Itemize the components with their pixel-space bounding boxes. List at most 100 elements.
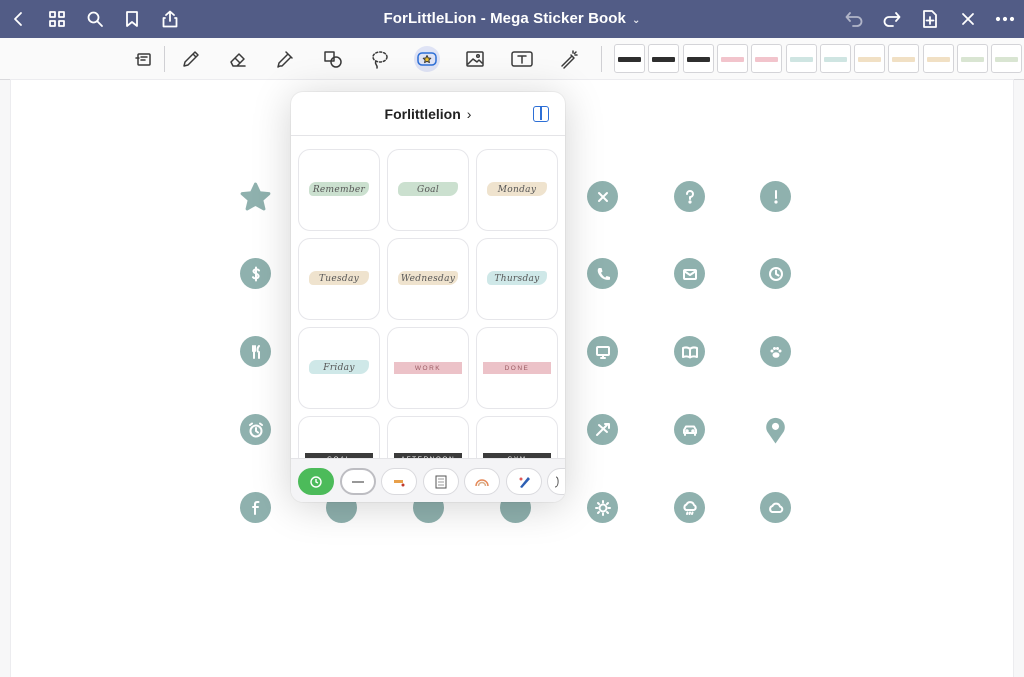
- swatch-stripe: [823, 57, 847, 62]
- cloud-icon[interactable]: [760, 492, 791, 523]
- sticker-card[interactable]: DONE: [476, 327, 558, 409]
- rainbow-icon[interactable]: [464, 468, 500, 495]
- sticker-icon[interactable]: [414, 46, 440, 72]
- sticker-card[interactable]: GYM: [476, 416, 558, 459]
- document-title-text: ForLittleLion - Mega Sticker Book: [383, 10, 626, 27]
- swatch-stripe: [686, 57, 710, 62]
- pin-icon[interactable]: [760, 414, 791, 445]
- more-icon[interactable]: [993, 7, 1017, 31]
- sticker-swatch[interactable]: [751, 44, 783, 73]
- toolbar-divider: [601, 46, 602, 72]
- sticker-card[interactable]: Remember: [298, 149, 380, 231]
- chevron-right-icon: ›: [466, 105, 472, 122]
- swatch-stripe: [961, 57, 984, 62]
- add-page-icon[interactable]: [918, 7, 942, 31]
- cloud-rain-icon[interactable]: [674, 492, 705, 523]
- pen-sticker-icon[interactable]: [505, 468, 542, 495]
- exclamation-icon[interactable]: [760, 181, 791, 212]
- undo-icon[interactable]: [842, 7, 866, 31]
- image-icon[interactable]: [462, 46, 488, 72]
- sticker-label: Monday: [497, 185, 537, 195]
- sticker-swatch[interactable]: [819, 44, 851, 73]
- sticker-swatch[interactable]: [888, 44, 920, 73]
- sticker-label: Remember: [312, 185, 366, 195]
- popover-header[interactable]: Forlittlelion ›: [291, 92, 565, 136]
- phone-icon[interactable]: [587, 258, 618, 289]
- sticker-popover: Forlittlelion › Remember Goal Monday Tuesday…: [291, 92, 565, 502]
- script-icon[interactable]: [547, 468, 565, 495]
- sticker-swatch[interactable]: [922, 44, 954, 73]
- sticker-category-tray: [291, 458, 565, 502]
- notepad-icon[interactable]: [422, 468, 459, 495]
- lasso-icon[interactable]: [367, 46, 393, 72]
- sticker-label: Friday: [323, 363, 355, 373]
- recent-icon[interactable]: [298, 468, 334, 495]
- sun-icon[interactable]: [587, 492, 618, 523]
- sticker-swatch[interactable]: [716, 44, 748, 73]
- mail-icon[interactable]: [674, 258, 705, 289]
- sticker-card[interactable]: Friday: [298, 327, 380, 409]
- label-icon[interactable]: [381, 468, 417, 495]
- sticker-label: DONE: [483, 362, 551, 374]
- sticker-card[interactable]: Monday: [476, 149, 558, 231]
- swatch-stripe: [892, 57, 916, 62]
- star-icon[interactable]: [240, 181, 271, 212]
- paw-icon[interactable]: [760, 336, 791, 367]
- sticker-label: Wednesday: [400, 274, 456, 284]
- sticker-card[interactable]: AFTERNOON: [387, 416, 469, 459]
- washi-icon[interactable]: [339, 468, 376, 495]
- toolbar-divider: [164, 46, 165, 72]
- redo-icon[interactable]: [880, 7, 904, 31]
- alarm-icon[interactable]: [240, 414, 271, 445]
- swatch-stripe: [995, 57, 1019, 62]
- sticker-card[interactable]: Goal: [387, 149, 469, 231]
- laser-icon[interactable]: [556, 46, 582, 72]
- split-view-icon[interactable]: [533, 106, 549, 122]
- sticker-card[interactable]: WORK: [387, 327, 469, 409]
- sticker-card[interactable]: Tuesday: [298, 238, 380, 320]
- sticker-card[interactable]: GOAL: [298, 416, 380, 459]
- sticker-card[interactable]: Thursday: [476, 238, 558, 320]
- swatch-stripe: [926, 57, 950, 62]
- x-circle-icon[interactable]: [587, 181, 618, 212]
- book-icon[interactable]: [674, 336, 705, 367]
- sticker-swatch[interactable]: [682, 44, 714, 73]
- car-icon[interactable]: [674, 414, 705, 445]
- sticker-swatch[interactable]: [991, 44, 1023, 73]
- sticker-label: WORK: [394, 362, 462, 374]
- facebook-icon[interactable]: [240, 492, 271, 523]
- sticker-label: Tuesday: [318, 274, 360, 284]
- sticker-label: Thursday: [494, 274, 540, 284]
- document-title[interactable]: ForLittleLion - Mega Sticker Book ⌄: [0, 10, 1024, 27]
- sticker-swatch[interactable]: [854, 44, 886, 73]
- pen-icon[interactable]: [178, 46, 204, 72]
- title-bar: ForLittleLion - Mega Sticker Book ⌄: [0, 0, 1024, 38]
- sticker-swatch[interactable]: [785, 44, 817, 73]
- shapes-icon[interactable]: [320, 46, 346, 72]
- highlighter-icon[interactable]: [272, 46, 298, 72]
- swatch-stripe: [858, 57, 882, 62]
- text-icon[interactable]: [509, 46, 535, 72]
- popover-title: Forlittlelion: [384, 105, 461, 122]
- swatch-stripe: [652, 57, 676, 62]
- sticker-swatch[interactable]: [957, 44, 988, 73]
- sticker-grid: Remember Goal Monday Tuesday Wednesday Thursd…: [298, 149, 560, 459]
- close-icon[interactable]: [956, 7, 980, 31]
- sticker-swatch[interactable]: [648, 44, 680, 73]
- eraser-icon[interactable]: [225, 46, 251, 72]
- question-icon[interactable]: [674, 181, 705, 212]
- utensils-icon[interactable]: [240, 336, 271, 367]
- reader-icon[interactable]: [131, 46, 157, 72]
- dollar-icon[interactable]: [240, 258, 271, 289]
- swatch-stripe: [789, 57, 813, 62]
- plane-icon[interactable]: [587, 414, 618, 445]
- swatch-stripe: [720, 57, 744, 62]
- sticker-swatch[interactable]: [614, 44, 645, 73]
- swatch-stripe: [618, 57, 641, 62]
- sticker-card[interactable]: Wednesday: [387, 238, 469, 320]
- monitor-icon[interactable]: [587, 336, 618, 367]
- clock-icon[interactable]: [760, 258, 791, 289]
- sticker-label: Goal: [416, 185, 440, 195]
- swatch-stripe: [755, 57, 779, 62]
- chevron-down-icon: ⌄: [632, 15, 641, 26]
